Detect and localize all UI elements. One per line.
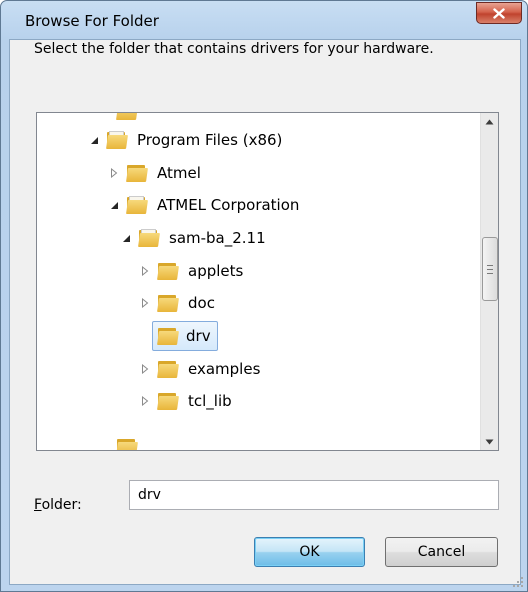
dialog-prompt: Select the folder that contains drivers …: [34, 41, 434, 57]
tree-item-examples[interactable]: examples: [138, 353, 260, 385]
tree-item-label: examples: [188, 360, 261, 378]
ok-button[interactable]: OK: [254, 537, 365, 567]
tree-item-label: Program Files (x86): [137, 131, 283, 149]
grip-icon: [487, 264, 493, 274]
folder-field-label: Folder:: [34, 497, 82, 513]
folder-icon: [157, 391, 179, 411]
scrollbar-thumb[interactable]: [482, 237, 498, 301]
tree-item-label: ATMEL Corporation: [157, 196, 300, 214]
tree-expanded-icon[interactable]: [87, 133, 101, 147]
tree-item-label: doc: [188, 294, 215, 312]
selected-item-highlight[interactable]: drv: [152, 321, 218, 351]
browse-for-folder-window: Browse For Folder Select the folder that…: [0, 0, 528, 592]
tree-expanded-icon[interactable]: [107, 198, 121, 212]
tree-collapsed-icon[interactable]: [138, 394, 152, 408]
tree-item-tcl-lib[interactable]: tcl_lib: [138, 385, 232, 417]
tree-collapsed-icon[interactable]: [138, 362, 152, 376]
tree-collapsed-icon[interactable]: [138, 264, 152, 278]
folder-icon: [157, 326, 179, 346]
tree-item-doc[interactable]: doc: [138, 287, 215, 319]
tree-item-label: sam-ba_2.11: [169, 229, 266, 247]
tree-item-atmel[interactable]: Atmel: [107, 157, 201, 189]
tree-item-program-files[interactable]: Program Files (x86): [87, 124, 282, 156]
folder-icon: [157, 293, 179, 313]
close-button[interactable]: [476, 2, 522, 24]
tree-item-drv[interactable]: drv: [148, 320, 218, 352]
cancel-button[interactable]: Cancel: [385, 537, 498, 567]
resize-grip-icon[interactable]: [512, 576, 524, 588]
window-title: Browse For Folder: [25, 12, 159, 30]
folder-icon: [116, 437, 138, 450]
title-bar[interactable]: Browse For Folder: [1, 1, 527, 39]
folder-icon: [106, 130, 128, 150]
tree-item-applets[interactable]: applets: [138, 255, 243, 287]
folder-icon: [116, 113, 138, 121]
vertical-scrollbar[interactable]: [480, 113, 498, 450]
tree-item-label: drv: [186, 327, 211, 345]
folder-icon: [157, 359, 179, 379]
close-icon: [493, 7, 505, 19]
tree-collapsed-icon[interactable]: [107, 166, 121, 180]
tree-item-sam-ba[interactable]: sam-ba_2.11: [119, 222, 266, 254]
tree-item-label: Atmel: [157, 164, 201, 182]
folder-icon: [157, 261, 179, 281]
tree-row-hidden[interactable]: [111, 431, 138, 450]
folder-tree[interactable]: Program Files (x86) Atmel ATMEL Corporat…: [36, 112, 499, 451]
folder-icon: [126, 163, 148, 183]
tree-item-atmel-corporation[interactable]: ATMEL Corporation: [107, 189, 299, 221]
folder-icon: [126, 195, 148, 215]
tree-item-label: tcl_lib: [188, 392, 232, 410]
scroll-down-icon[interactable]: [481, 433, 498, 450]
scroll-up-icon[interactable]: [481, 113, 498, 130]
folder-icon: [138, 228, 160, 248]
tree-collapsed-icon[interactable]: [138, 296, 152, 310]
folder-name-input[interactable]: [129, 480, 499, 510]
tree-expanded-icon[interactable]: [119, 231, 133, 245]
tree-item-label: applets: [188, 262, 244, 280]
